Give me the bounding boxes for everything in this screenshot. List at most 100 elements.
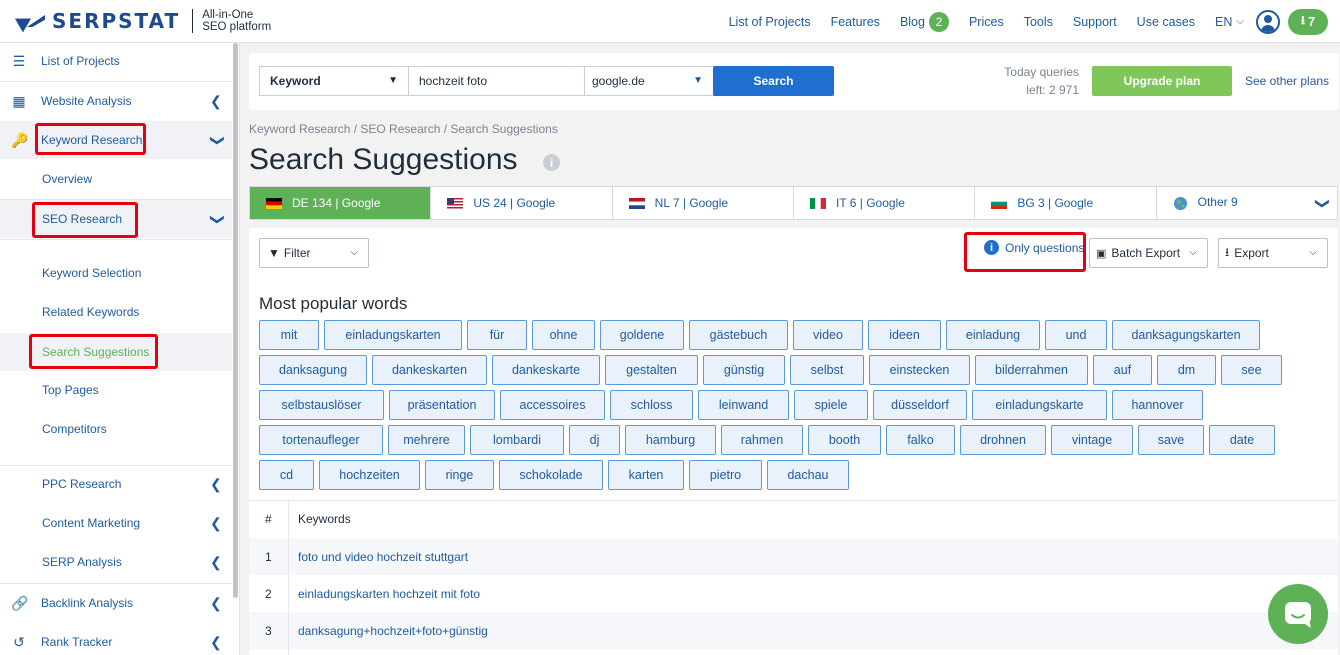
filter-button[interactable]: ▼ Filter ⌵ (259, 238, 369, 268)
word-chip[interactable]: mit (259, 320, 319, 350)
word-chip[interactable]: günstig (703, 355, 785, 385)
tab-de[interactable]: DE 134 | Google (250, 187, 432, 219)
info-icon[interactable]: i (543, 154, 560, 171)
search-engine-select[interactable]: google.de ▼ (584, 66, 714, 96)
chat-button[interactable] (1268, 584, 1328, 644)
word-chip[interactable]: für (467, 320, 527, 350)
word-chip[interactable]: präsentation (389, 390, 495, 420)
word-chip[interactable]: lombardi (470, 425, 564, 455)
sidebar-item-top-pages[interactable]: Top Pages (0, 378, 232, 402)
sidebar-scrollbar[interactable] (233, 43, 238, 598)
nav-support[interactable]: Support (1073, 15, 1117, 29)
nav-blog[interactable]: Blog 2 (900, 11, 949, 32)
word-chip[interactable]: gästebuch (689, 320, 788, 350)
word-chip[interactable]: rahmen (721, 425, 803, 455)
nav-features[interactable]: Features (831, 15, 880, 29)
tab-it[interactable]: IT 6 | Google (794, 187, 976, 219)
word-chip[interactable]: dankeskarte (492, 355, 600, 385)
tab-other[interactable]: Other 9 ❮ (1157, 187, 1337, 219)
word-chip[interactable]: auf (1093, 355, 1152, 385)
word-chip[interactable]: hamburg (625, 425, 716, 455)
word-chip[interactable]: karten (608, 460, 684, 490)
row-number: 3 (265, 623, 272, 638)
sidebar-item-label: Content Marketing (42, 516, 141, 530)
word-chip[interactable]: cd (259, 460, 314, 490)
tab-nl[interactable]: NL 7 | Google (613, 187, 794, 219)
keyword-link[interactable]: einladungskarten hochzeit mit foto (298, 587, 480, 601)
sidebar-item-ppc-research[interactable]: PPC Research ❮ (0, 472, 232, 496)
word-chip[interactable]: bilderrahmen (975, 355, 1088, 385)
keyword-link[interactable]: foto und video hochzeit stuttgart (298, 550, 468, 564)
sidebar-item-list-of-projects[interactable]: ☰ List of Projects (0, 49, 232, 73)
search-button[interactable]: Search (713, 66, 834, 96)
word-chip[interactable]: falko (886, 425, 955, 455)
word-chip[interactable]: tortenaufleger (259, 425, 383, 455)
sidebar-item-overview[interactable]: Overview (0, 167, 232, 191)
word-chip[interactable]: gestalten (605, 355, 698, 385)
word-chip[interactable]: ideen (868, 320, 941, 350)
tab-us[interactable]: US 24 | Google (431, 187, 613, 219)
word-chip[interactable]: mehrere (388, 425, 465, 455)
word-chip[interactable]: ringe (425, 460, 494, 490)
keyword-link[interactable]: danksagung+hochzeit+foto+günstig (298, 624, 488, 638)
user-avatar-icon[interactable] (1256, 9, 1280, 34)
search-type-select[interactable]: Keyword ▼ (259, 66, 409, 96)
word-chip[interactable]: selbstauslöser (259, 390, 384, 420)
word-chip[interactable]: hannover (1112, 390, 1203, 420)
nav-tools[interactable]: Tools (1024, 15, 1053, 29)
column-header-keywords[interactable]: Keywords (298, 512, 351, 526)
word-chip[interactable]: save (1138, 425, 1204, 455)
search-query-input[interactable]: hochzeit foto (408, 66, 585, 96)
word-chip[interactable]: accessoires (500, 390, 605, 420)
upgrade-plan-button[interactable]: Upgrade plan (1092, 66, 1232, 96)
highlight-only-questions (964, 232, 1086, 272)
downloads-button[interactable]: ⭳ 7 (1288, 8, 1328, 35)
word-chip[interactable]: vintage (1051, 425, 1133, 455)
word-chip[interactable]: leinwand (698, 390, 789, 420)
sidebar-item-content-marketing[interactable]: Content Marketing ❮ (0, 511, 232, 535)
word-chip[interactable]: spiele (794, 390, 868, 420)
history-icon: ↺ (13, 634, 25, 650)
tab-bg[interactable]: BG 3 | Google (975, 187, 1157, 219)
word-chip[interactable]: video (793, 320, 863, 350)
batch-export-button[interactable]: ▣ Batch Export ⌵ (1089, 238, 1208, 268)
serpstat-logo[interactable]: SERPSTAT All-in-One SEO platform (18, 9, 271, 33)
word-chip[interactable]: dachau (767, 460, 849, 490)
word-chip[interactable]: danksagungskarten (1112, 320, 1260, 350)
word-chip[interactable]: dj (569, 425, 620, 455)
sidebar-item-serp-analysis[interactable]: SERP Analysis ❮ (0, 550, 232, 574)
nav-use-cases[interactable]: Use cases (1137, 15, 1195, 29)
word-chip[interactable]: düsseldorf (873, 390, 967, 420)
word-chip[interactable]: date (1209, 425, 1275, 455)
word-chip[interactable]: hochzeiten (319, 460, 420, 490)
word-chip[interactable]: dm (1157, 355, 1216, 385)
serpstat-logo-icon (18, 12, 46, 30)
nav-prices[interactable]: Prices (969, 15, 1004, 29)
word-chip[interactable]: pietro (689, 460, 762, 490)
word-chip[interactable]: einstecken (869, 355, 970, 385)
word-chip[interactable]: see (1221, 355, 1282, 385)
see-other-plans-link[interactable]: See other plans (1245, 74, 1329, 88)
word-chip[interactable]: schokolade (499, 460, 603, 490)
export-button[interactable]: ⭳ Export ⌵ (1218, 238, 1328, 268)
word-chip[interactable]: booth (808, 425, 881, 455)
sidebar-item-related-keywords[interactable]: Related Keywords (0, 300, 232, 324)
sidebar-item-competitors[interactable]: Competitors (0, 417, 232, 441)
word-chip[interactable]: schloss (610, 390, 693, 420)
word-chip[interactable]: einladung (946, 320, 1040, 350)
word-chip[interactable]: selbst (790, 355, 864, 385)
word-chip[interactable]: goldene (600, 320, 684, 350)
word-chip[interactable]: einladungskarten (324, 320, 462, 350)
sidebar-item-keyword-selection[interactable]: Keyword Selection (0, 261, 232, 285)
word-chip[interactable]: einladungskarte (972, 390, 1107, 420)
word-chip[interactable]: und (1045, 320, 1107, 350)
word-chip[interactable]: ohne (532, 320, 595, 350)
sidebar-item-backlink-analysis[interactable]: 🔗 Backlink Analysis ❮ (0, 591, 232, 615)
word-chip[interactable]: danksagung (259, 355, 367, 385)
sidebar-item-rank-tracker[interactable]: ↺ Rank Tracker ❮ (0, 630, 232, 654)
word-chip[interactable]: drohnen (960, 425, 1046, 455)
language-selector[interactable]: EN ⌵ (1215, 15, 1244, 29)
sidebar-item-website-analysis[interactable]: ▦ Website Analysis ❮ (0, 89, 232, 113)
nav-list-of-projects[interactable]: List of Projects (729, 15, 811, 29)
word-chip[interactable]: dankeskarten (372, 355, 487, 385)
